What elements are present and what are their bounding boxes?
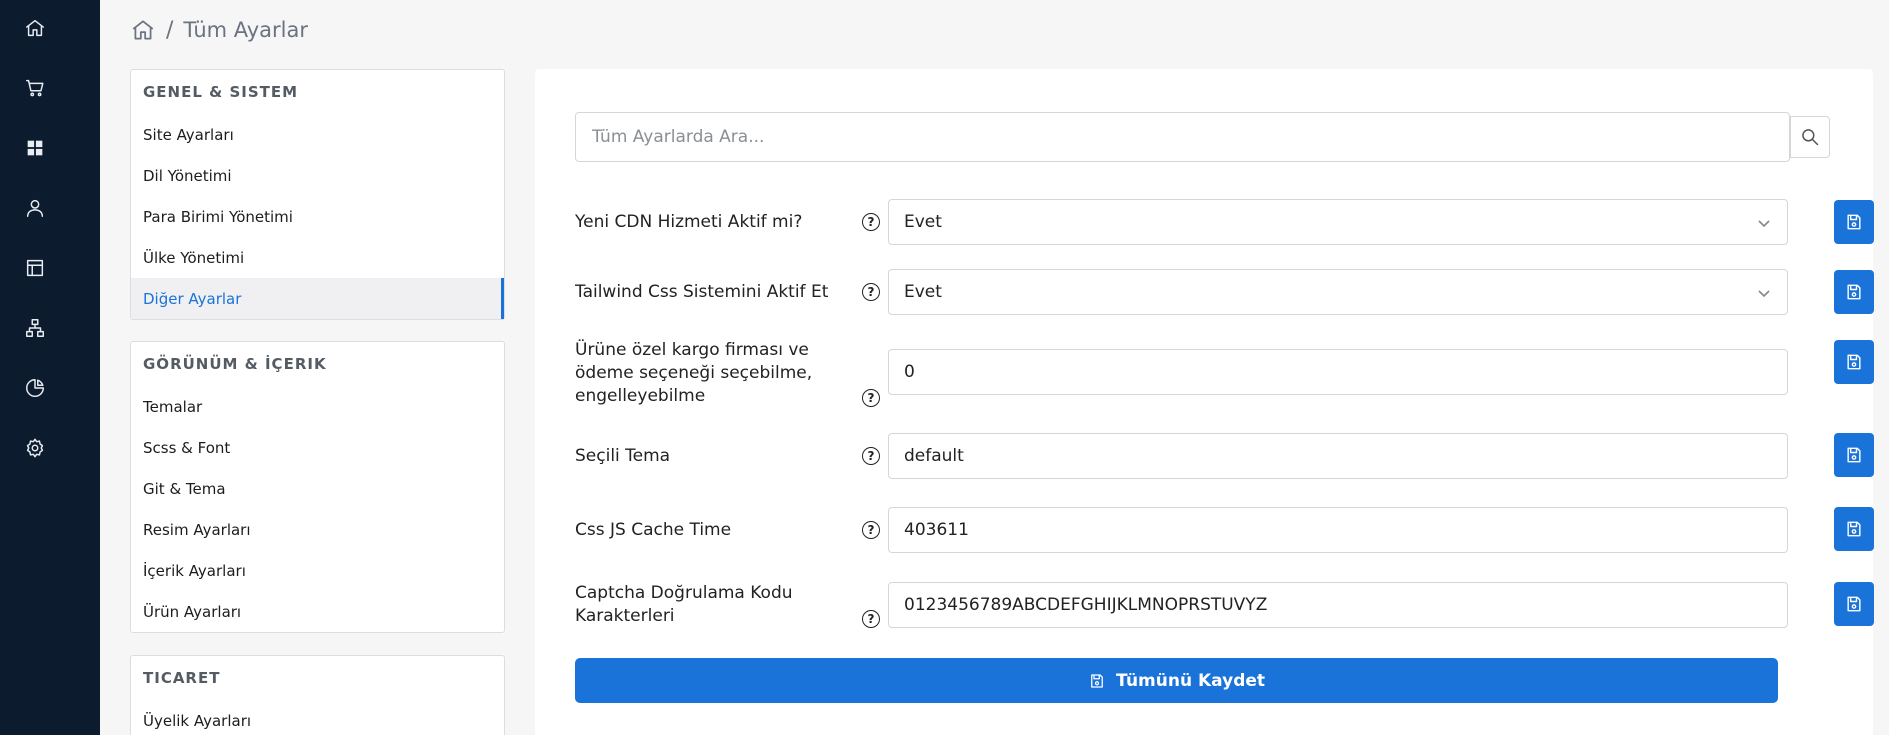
setting-input[interactable]: 0 xyxy=(888,349,1788,395)
setting-value: 0 xyxy=(904,362,915,382)
setting-label: Css JS Cache Time xyxy=(575,520,732,540)
setting-row: Css JS Cache Time ? 403611 xyxy=(575,507,1874,553)
breadcrumb-separator: / xyxy=(166,17,174,43)
nav-group-title: TICARET xyxy=(143,669,221,687)
rail-layout[interactable] xyxy=(0,248,70,288)
help-icon[interactable]: ? xyxy=(862,521,880,539)
rail-orders[interactable] xyxy=(0,68,70,108)
chevron-down-icon xyxy=(1757,215,1771,229)
setting-select[interactable]: Evet xyxy=(888,269,1788,315)
search-icon xyxy=(1802,129,1819,146)
breadcrumb: / Tüm Ayarlar xyxy=(130,14,308,46)
setting-input[interactable]: 403611 xyxy=(888,507,1788,553)
save-all-label: Tümünü Kaydet xyxy=(1115,670,1266,691)
setting-input[interactable]: 0123456789ABCDEFGHIJKLMNOPRSTUVYZ xyxy=(888,582,1788,628)
rail-home[interactable] xyxy=(0,8,70,48)
save-icon xyxy=(1091,673,1103,688)
save-icon xyxy=(1847,214,1861,230)
rail-structure[interactable] xyxy=(0,308,70,348)
rail-reports[interactable] xyxy=(0,368,70,408)
help-icon[interactable]: ? xyxy=(862,610,880,628)
help-icon[interactable]: ? xyxy=(862,447,880,465)
rail-users[interactable] xyxy=(0,188,70,228)
setting-row: Seçili Tema ? default xyxy=(575,433,1874,479)
setting-value: Evet xyxy=(904,282,942,302)
setting-label: Seçili Tema xyxy=(575,446,671,466)
search-input[interactable] xyxy=(575,112,1790,162)
nav-group-title: GÖRÜNÜM & İÇERIK xyxy=(143,355,327,373)
nav-item-site-settings[interactable]: Site Ayarları xyxy=(131,114,504,155)
gear-icon xyxy=(26,438,44,458)
nav-item-language[interactable]: Dil Yönetimi xyxy=(131,155,504,196)
rail-settings[interactable] xyxy=(0,428,70,468)
sitemap-icon xyxy=(26,319,44,337)
nav-item-membership[interactable]: Üyelik Ayarları xyxy=(131,700,504,735)
page-title: Tüm Ayarlar xyxy=(183,18,309,42)
nav-item-other-settings[interactable]: Diğer Ayarlar xyxy=(131,278,504,319)
setting-label: Tailwind Css Sistemini Aktif Et xyxy=(575,282,829,302)
nav-group-title: GENEL & SISTEM xyxy=(143,83,299,101)
save-icon xyxy=(1847,354,1861,370)
save-button[interactable] xyxy=(1834,582,1874,626)
nav-item-currency[interactable]: Para Birimi Yönetimi xyxy=(131,196,504,237)
save-icon xyxy=(1847,284,1861,300)
setting-row: Yeni CDN Hizmeti Aktif mi? ? Evet xyxy=(575,199,1874,245)
nav-group-appearance: GÖRÜNÜM & İÇERIK Temalar Scss & Font Git… xyxy=(130,341,505,633)
search-button[interactable] xyxy=(1790,116,1830,158)
nav-item-themes[interactable]: Temalar xyxy=(131,386,504,427)
nav-item-content-settings[interactable]: İçerik Ayarları xyxy=(131,550,504,591)
chevron-down-icon xyxy=(1757,285,1771,299)
user-icon xyxy=(26,199,44,217)
cart-icon xyxy=(26,79,44,97)
icon-rail xyxy=(0,0,100,735)
search-bar xyxy=(575,112,1830,162)
home-icon xyxy=(26,19,44,37)
save-all-button[interactable]: Tümünü Kaydet xyxy=(575,658,1778,703)
nav-group-commerce: TICARET Üyelik Ayarları xyxy=(130,655,505,735)
nav-item-scss-font[interactable]: Scss & Font xyxy=(131,427,504,468)
save-button[interactable] xyxy=(1834,200,1874,244)
setting-label: Yeni CDN Hizmeti Aktif mi? xyxy=(575,212,803,232)
setting-row: Ürüne özel kargo firması ve ödeme seçene… xyxy=(575,339,1874,409)
setting-select[interactable]: Evet xyxy=(888,199,1788,245)
setting-row: Captcha Doğrulama Kodu Karakterleri ? 01… xyxy=(575,582,1874,632)
setting-value: default xyxy=(904,446,964,466)
save-button[interactable] xyxy=(1834,340,1874,384)
rail-dashboard[interactable] xyxy=(0,128,70,168)
save-button[interactable] xyxy=(1834,270,1874,314)
help-icon[interactable]: ? xyxy=(862,389,880,407)
help-icon[interactable]: ? xyxy=(862,283,880,301)
pie-chart-icon xyxy=(26,379,44,397)
nav-item-git-theme[interactable]: Git & Tema xyxy=(131,468,504,509)
nav-group-general: GENEL & SISTEM Site Ayarları Dil Yönetim… xyxy=(130,69,505,320)
nav-item-product-settings[interactable]: Ürün Ayarları xyxy=(131,591,504,632)
settings-panel: Yeni CDN Hizmeti Aktif mi? ? Evet Tailwi… xyxy=(535,69,1874,735)
setting-input[interactable]: default xyxy=(888,433,1788,479)
save-icon xyxy=(1847,447,1861,463)
help-icon[interactable]: ? xyxy=(862,213,880,231)
setting-row: Tailwind Css Sistemini Aktif Et ? Evet xyxy=(575,269,1874,315)
nav-item-image-settings[interactable]: Resim Ayarları xyxy=(131,509,504,550)
setting-label: Ürüne özel kargo firması ve ödeme seçene… xyxy=(575,340,813,406)
grid-icon xyxy=(27,140,43,156)
home-icon[interactable] xyxy=(130,17,156,43)
save-button[interactable] xyxy=(1834,507,1874,551)
layout-icon xyxy=(26,259,44,277)
save-icon xyxy=(1847,596,1861,612)
save-button[interactable] xyxy=(1834,433,1874,477)
setting-label: Captcha Doğrulama Kodu Karakterleri xyxy=(575,583,793,626)
nav-item-country[interactable]: Ülke Yönetimi xyxy=(131,237,504,278)
setting-value: 0123456789ABCDEFGHIJKLMNOPRSTUVYZ xyxy=(904,595,1268,615)
save-icon xyxy=(1847,521,1861,537)
setting-value: 403611 xyxy=(904,520,969,540)
setting-value: Evet xyxy=(904,212,942,232)
